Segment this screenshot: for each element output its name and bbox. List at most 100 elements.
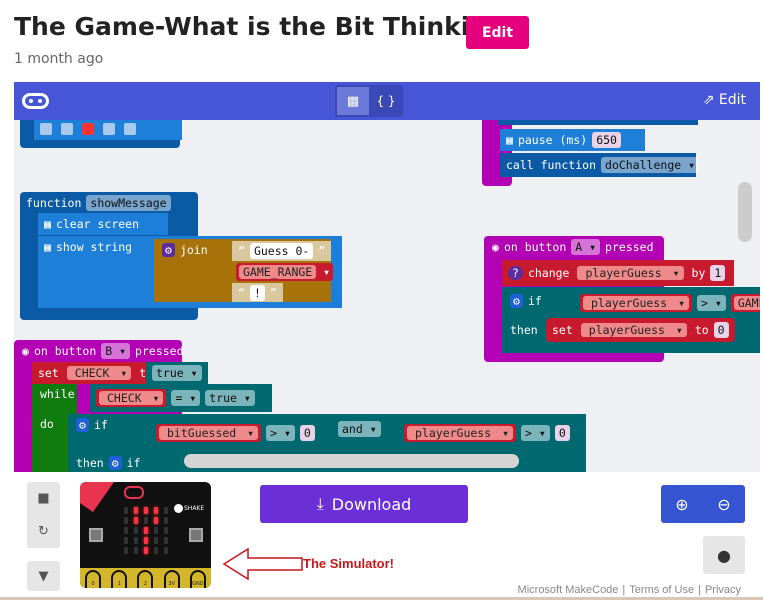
- call-function-block[interactable]: call function doChallenge ▾: [500, 153, 700, 177]
- function-block-fragment[interactable]: [20, 120, 182, 148]
- led: [144, 517, 148, 524]
- collapse-icon: ▼: [38, 568, 49, 584]
- change-block[interactable]: ? change playerGuess ▾ by 1: [502, 260, 734, 286]
- download-button[interactable]: ⤓ Download: [260, 485, 468, 523]
- led: [144, 547, 148, 554]
- horizontal-scrollbar[interactable]: [184, 454, 519, 468]
- button-b[interactable]: [189, 528, 203, 542]
- and-operator[interactable]: and ▾: [332, 418, 387, 440]
- button-a[interactable]: [89, 528, 103, 542]
- if-label: ⚙ if: [70, 414, 114, 436]
- bit-guessed-comparison[interactable]: bitGuessed ▾ > ▾ 0: [150, 422, 321, 444]
- pause-block[interactable]: ▦ pause (ms) 650: [500, 129, 645, 151]
- led: [134, 517, 138, 524]
- pin-strip: 0 1 2 3V GND: [80, 568, 211, 588]
- simulator-annotation: The Simulator!: [303, 556, 395, 571]
- shake-label: SHAKE: [184, 505, 205, 512]
- led-matrix: [121, 506, 171, 556]
- led: [154, 537, 158, 544]
- vertical-scrollbar[interactable]: [738, 182, 752, 242]
- zoom-controls: ⊕ ⊖: [661, 485, 745, 523]
- led: [144, 507, 148, 514]
- function-name-field[interactable]: showMessage: [86, 195, 171, 211]
- blocks-tab-puzzle-icon[interactable]: ▩: [337, 87, 369, 115]
- led: [164, 507, 168, 514]
- pin-2[interactable]: 2: [137, 570, 154, 588]
- shake-button[interactable]: [174, 504, 183, 513]
- block-fragment: [498, 120, 698, 125]
- do-label: do: [40, 417, 54, 431]
- header-edit-label: Edit: [718, 92, 746, 108]
- clear-screen-block[interactable]: ▦ clear screen: [38, 213, 168, 235]
- board-logo-icon: [124, 486, 144, 499]
- zoom-in-icon[interactable]: ⊕: [675, 495, 688, 514]
- led: [124, 537, 128, 544]
- arrow-annotation: [222, 547, 303, 581]
- page-title: The Game-What is the Bit Thinking?: [14, 12, 520, 41]
- set-check-block[interactable]: setCHECK ▾to: [32, 362, 153, 384]
- microbit-logo-icon[interactable]: [22, 93, 49, 109]
- grid-icon: ▦: [506, 133, 513, 147]
- equals-block[interactable]: CHECK ▾ = ▾ true ▾: [90, 384, 272, 412]
- restart-icon[interactable]: ↻: [38, 524, 49, 539]
- on-button-a-header: ◉ on button A ▾ pressed: [492, 239, 654, 255]
- led: [124, 507, 128, 514]
- pin-GND[interactable]: GND: [189, 570, 206, 588]
- led: [154, 547, 158, 554]
- set-block[interactable]: set playerGuess ▾ to 0: [546, 318, 735, 342]
- timestamp: 1 month ago: [14, 51, 104, 67]
- sim-collapse-button[interactable]: ▼: [27, 561, 60, 591]
- zoom-out-icon[interactable]: ⊖: [717, 495, 730, 514]
- led-row: [34, 120, 182, 140]
- led: [134, 547, 138, 554]
- footer-privacy-link[interactable]: Privacy: [701, 584, 745, 596]
- led: [124, 527, 128, 534]
- while-label: while: [40, 387, 75, 401]
- editor-toggle: ▩ { }: [335, 85, 403, 117]
- then-label: then: [510, 323, 538, 337]
- led: [144, 527, 148, 534]
- text-block[interactable]: “!”: [232, 283, 283, 302]
- pin-0[interactable]: 0: [85, 570, 102, 588]
- stop-icon[interactable]: ■: [37, 491, 49, 506]
- slow-mode-button[interactable]: ●: [703, 536, 745, 574]
- edit-button[interactable]: Edit: [466, 16, 529, 49]
- led: [164, 517, 168, 524]
- join-label: ⚙ join: [156, 241, 214, 259]
- gear-icon: ⚙: [162, 243, 175, 257]
- sim-controls: ■ ↻: [27, 482, 60, 548]
- on-button-b-header: ◉ on button B ▾ pressed: [22, 343, 184, 359]
- gear-icon: ⚙: [76, 418, 89, 432]
- led: [164, 547, 168, 554]
- board-corner: [80, 482, 122, 513]
- player-guess-comparison[interactable]: playerGuess ▾ > ▾ 0: [398, 422, 576, 444]
- javascript-tab[interactable]: { }: [371, 87, 401, 115]
- grid-icon: ▦: [44, 217, 51, 231]
- led: [164, 537, 168, 544]
- footer-makecode-link[interactable]: Microsoft MakeCode: [514, 584, 623, 596]
- led: [124, 547, 128, 554]
- led: [134, 507, 138, 514]
- led: [154, 527, 158, 534]
- led: [154, 517, 158, 524]
- led: [154, 507, 158, 514]
- download-label: Download: [331, 494, 412, 514]
- pin-1[interactable]: 1: [111, 570, 128, 588]
- true-block[interactable]: true ▾: [146, 362, 208, 384]
- footer-terms-link[interactable]: Terms of Use: [625, 584, 698, 596]
- game-range-variable[interactable]: GAME_RANGE ▾: [230, 263, 339, 281]
- led: [134, 527, 138, 534]
- editor-header: ▩ { } ⇗ Edit: [14, 82, 760, 120]
- pin-3V[interactable]: 3V: [163, 570, 180, 588]
- function-header: function showMessage: [20, 194, 177, 212]
- led: [134, 537, 138, 544]
- comparison[interactable]: playerGuess ▾> ▾GAME: [574, 292, 760, 314]
- led: [164, 527, 168, 534]
- turtle-icon: ●: [717, 545, 731, 565]
- led: [144, 537, 148, 544]
- microbit-simulator[interactable]: SHAKE 0 1 2 3V GND: [80, 482, 211, 588]
- download-icon: ⤓: [316, 494, 324, 513]
- header-edit-link[interactable]: ⇗ Edit: [703, 92, 746, 108]
- text-block[interactable]: “Guess 0-”: [232, 241, 332, 261]
- gear-icon: ⚙: [108, 456, 122, 470]
